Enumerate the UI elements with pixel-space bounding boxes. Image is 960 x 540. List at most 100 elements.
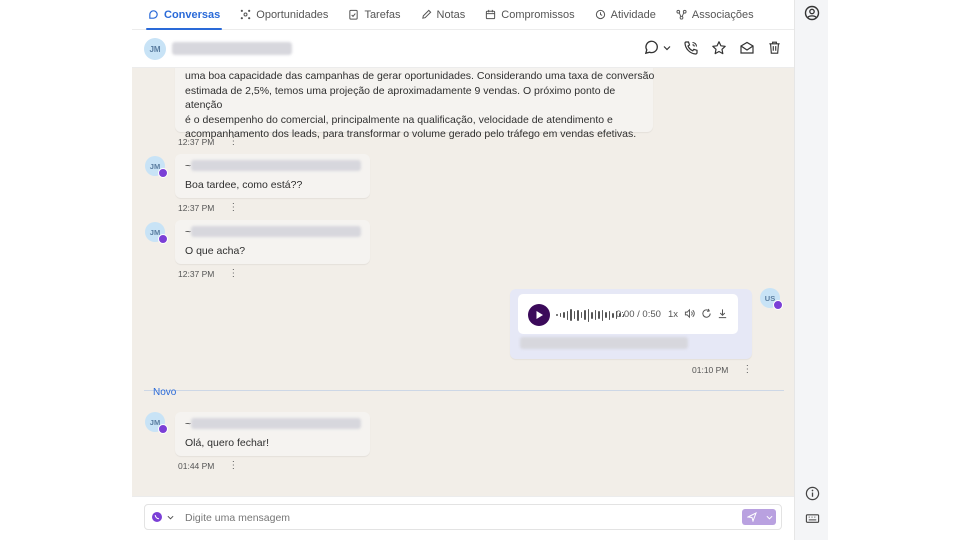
- message-text: Boa tardee, como está??: [185, 179, 303, 191]
- message-line: uma boa capacidade das campanhas de gera…: [185, 70, 655, 82]
- composer-channel-select[interactable]: [151, 511, 174, 523]
- tab-notas[interactable]: Notas: [421, 0, 466, 30]
- message-time: 12:37 PM: [178, 136, 215, 147]
- sender-name-redacted: [191, 226, 361, 237]
- message-time: 01:10 PM: [692, 364, 729, 375]
- keyboard-icon: [805, 513, 819, 523]
- message-meta: 01:10 PM ⋮: [692, 364, 752, 375]
- message-options-button[interactable]: ⋮: [228, 460, 238, 471]
- mail-icon: [740, 41, 754, 54]
- new-messages-label: Novo: [153, 387, 177, 398]
- tab-label: Atividade: [610, 8, 656, 21]
- composer-box: [144, 504, 782, 530]
- message-text: uma boa capacidade das campanhas de gera…: [185, 69, 655, 142]
- delete-button[interactable]: [767, 40, 782, 55]
- whatsapp-icon: [152, 512, 162, 522]
- whatsapp-icon: [773, 300, 783, 310]
- message-input[interactable]: [185, 509, 685, 527]
- message-bubble: ~ Boa tardee, como está??: [175, 154, 370, 198]
- message-meta: 12:37 PM ⋮: [178, 202, 238, 213]
- whatsapp-icon: [158, 234, 168, 244]
- chevron-down-icon: [167, 515, 174, 520]
- tab-label: Tarefas: [364, 8, 401, 21]
- calendar-icon: [486, 9, 496, 20]
- sender-avatar[interactable]: JM: [145, 412, 168, 434]
- message-line: estimada de 2,5%, temos uma projeção de …: [185, 84, 616, 112]
- message-bubble: uma boa capacidade das campanhas de gera…: [175, 68, 654, 140]
- conversation-header: JM: [132, 30, 794, 68]
- send-icon: [747, 512, 757, 522]
- audio-waveform[interactable]: [556, 308, 624, 322]
- volume-icon[interactable]: [684, 308, 695, 319]
- mail-button[interactable]: [739, 40, 755, 56]
- tab-tarefas[interactable]: Tarefas: [348, 0, 401, 30]
- sender-name-redacted: [191, 418, 361, 429]
- whatsapp-icon: [158, 424, 168, 434]
- user-circle-icon: [804, 5, 820, 21]
- clock-icon: [595, 9, 605, 20]
- info-icon: [805, 486, 819, 500]
- new-messages-divider: [144, 390, 784, 391]
- play-icon: [536, 311, 543, 319]
- message-options-button[interactable]: ⋮: [742, 364, 752, 375]
- chat-bubble-icon: [644, 40, 658, 55]
- chat-icon: [149, 10, 158, 19]
- pencil-icon: [421, 9, 431, 19]
- tab-label: Conversas: [164, 8, 221, 21]
- message-time: 12:37 PM: [178, 268, 215, 279]
- sender-name-redacted: [191, 160, 361, 171]
- channel-select-button[interactable]: [643, 39, 671, 56]
- send-button[interactable]: [742, 509, 776, 525]
- message-time: 01:44 PM: [178, 460, 215, 471]
- chevron-down-icon: [766, 515, 773, 520]
- tab-label: Associações: [691, 8, 754, 21]
- tab-associacoes[interactable]: Associações: [676, 0, 754, 30]
- right-rail: [794, 0, 828, 540]
- sender-avatar[interactable]: JM: [145, 156, 168, 178]
- message-bubble: ~ O que acha?: [175, 220, 370, 264]
- playback-speed-button[interactable]: 1x: [668, 309, 678, 320]
- tab-oportunidades[interactable]: Oportunidades: [240, 0, 328, 30]
- contact-avatar[interactable]: JM: [144, 38, 166, 60]
- keyboard-button[interactable]: [802, 508, 822, 528]
- play-button[interactable]: [528, 304, 550, 326]
- conversation-panel: Conversas Oportunidades Tarefas Notas Co…: [132, 0, 828, 540]
- message-composer: [132, 496, 794, 540]
- star-icon: [712, 40, 726, 54]
- message-text: O que acha?: [185, 245, 246, 257]
- tab-label: Oportunidades: [256, 8, 329, 21]
- message-meta: 12:37 PM ⋮: [178, 268, 238, 279]
- message-options-button[interactable]: ⋮: [228, 136, 238, 147]
- message-time: 12:37 PM: [178, 202, 215, 213]
- sender-avatar[interactable]: JM: [145, 222, 168, 244]
- clipboard-check-icon: [349, 9, 359, 20]
- tab-label: Notas: [436, 8, 466, 21]
- favorite-button[interactable]: [711, 40, 727, 56]
- share-nodes-icon: [676, 9, 687, 20]
- tab-label: Compromissos: [501, 8, 575, 21]
- audio-caption-redacted: [520, 337, 688, 349]
- audio-time: 0:00 / 0:50: [616, 309, 661, 320]
- call-button[interactable]: [683, 40, 699, 56]
- header-actions: [643, 39, 782, 56]
- message-meta: 01:44 PM ⋮: [178, 460, 238, 471]
- sender-avatar[interactable]: US: [760, 288, 783, 310]
- download-icon[interactable]: [717, 308, 728, 319]
- chevron-down-icon: [663, 45, 671, 50]
- tab-compromissos[interactable]: Compromissos: [485, 0, 575, 30]
- message-options-button[interactable]: ⋮: [228, 202, 238, 213]
- whatsapp-icon: [158, 168, 168, 178]
- message-options-button[interactable]: ⋮: [228, 268, 238, 279]
- network-icon: [240, 9, 251, 20]
- user-profile-button[interactable]: [802, 3, 822, 23]
- message-line: é o desempenho do comercial, principalme…: [185, 113, 613, 126]
- info-button[interactable]: [802, 483, 822, 503]
- tab-conversas[interactable]: Conversas: [145, 0, 223, 30]
- message-meta: 12:37 PM ⋮: [178, 136, 238, 147]
- tab-bar: Conversas Oportunidades Tarefas Notas Co…: [132, 0, 794, 30]
- message-text: Olá, quero fechar!: [185, 437, 270, 449]
- replay-icon[interactable]: [701, 308, 712, 319]
- message-bubble: ~ Olá, quero fechar!: [175, 412, 370, 456]
- tab-atividade[interactable]: Atividade: [595, 0, 656, 30]
- message-list[interactable]: uma boa capacidade das campanhas de gera…: [132, 68, 794, 496]
